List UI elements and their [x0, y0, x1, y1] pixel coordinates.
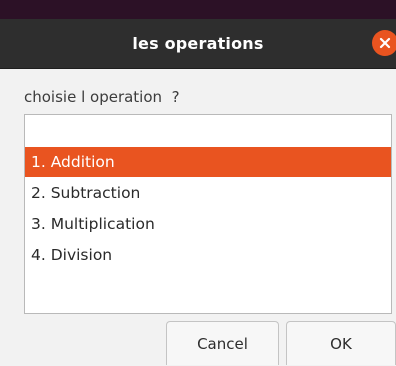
dialog-titlebar: les operations: [0, 19, 396, 69]
dialog-title: les operations: [132, 34, 264, 53]
cancel-button[interactable]: Cancel: [166, 321, 279, 365]
desktop-top-bar: [0, 0, 396, 19]
close-button[interactable]: [372, 30, 396, 56]
operations-list[interactable]: 1. Addition 2. Subtraction 3. Multiplica…: [24, 114, 392, 314]
list-item-division[interactable]: 4. Division: [25, 240, 391, 270]
list-item-addition[interactable]: 1. Addition: [25, 147, 391, 177]
list-item-multiplication[interactable]: 3. Multiplication: [25, 209, 391, 239]
prompt-label: choisie l operation ?: [24, 88, 180, 106]
ok-button[interactable]: OK: [286, 321, 396, 365]
close-icon: [379, 37, 391, 49]
list-item-subtraction[interactable]: 2. Subtraction: [25, 178, 391, 208]
